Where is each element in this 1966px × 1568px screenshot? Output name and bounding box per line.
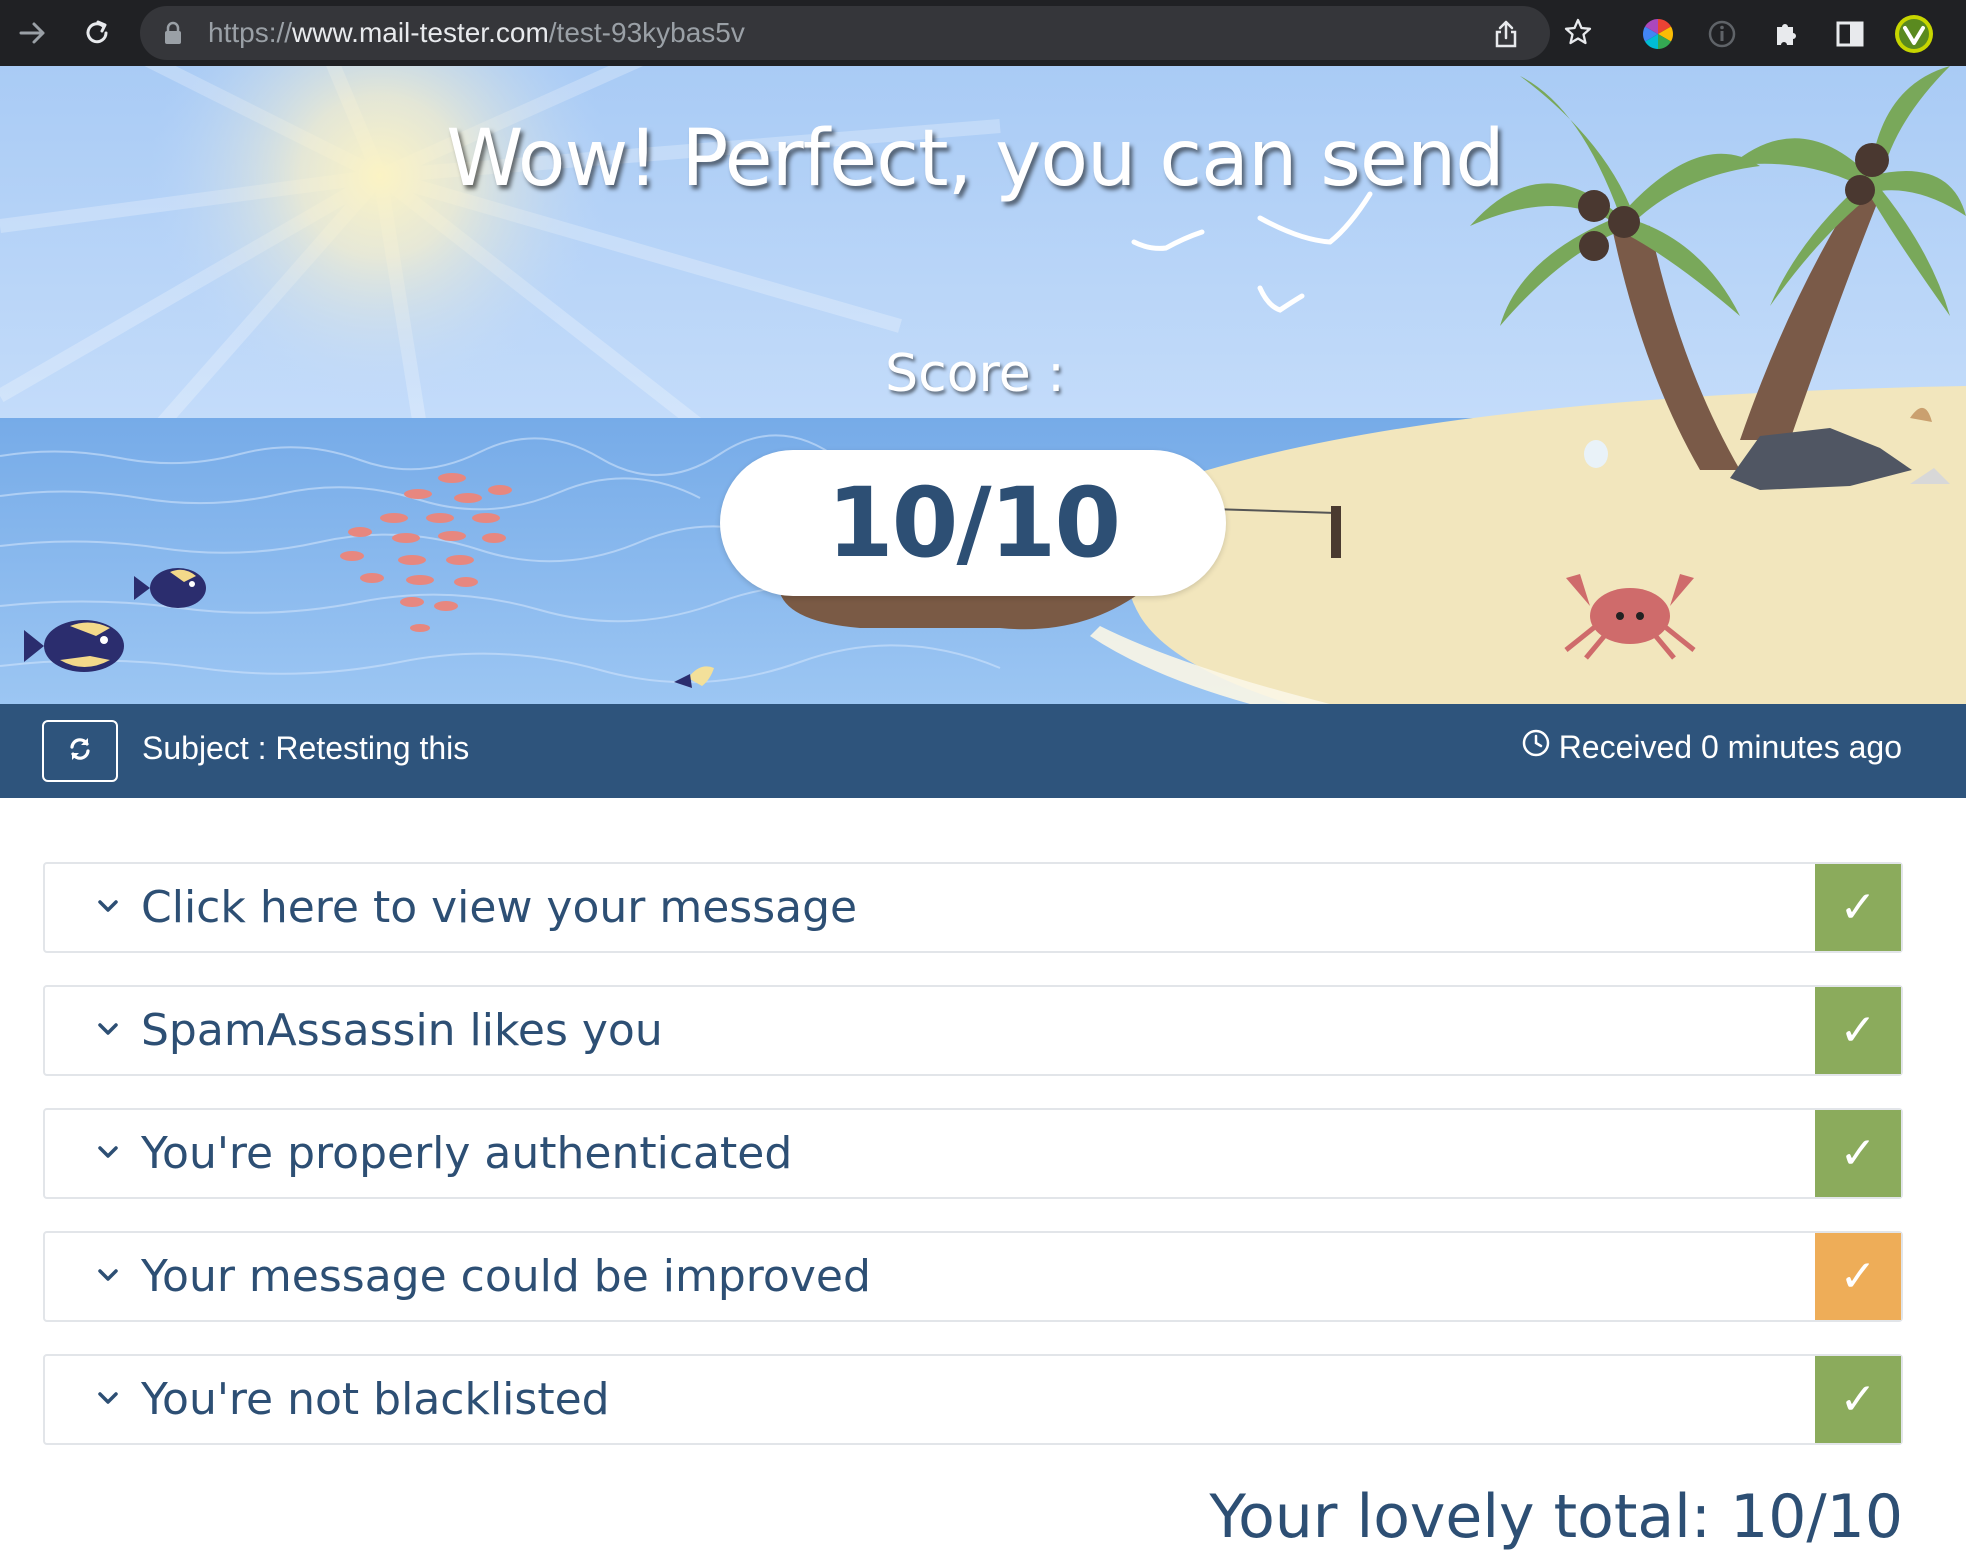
result-authentication[interactable]: You're properly authenticated ✓ <box>43 1108 1903 1199</box>
total-score: Your lovely total: 10/10 <box>1209 1482 1903 1552</box>
clock-icon <box>1521 728 1551 766</box>
status-badge: ✓ <box>1815 864 1901 951</box>
received-text: Received 0 minutes ago <box>1558 728 1902 765</box>
result-label: Your message could be improved <box>141 1251 871 1302</box>
chevron-down-icon <box>97 1267 119 1286</box>
checkmark-icon: ✓ <box>1839 882 1877 933</box>
status-badge: ✓ <box>1815 1233 1901 1320</box>
color-extension-icon[interactable] <box>1636 12 1680 56</box>
email-subject: Subject : Retesting this <box>142 730 470 766</box>
result-label: You're not blacklisted <box>141 1374 610 1425</box>
chevron-down-icon <box>97 898 119 917</box>
result-spamassassin[interactable]: SpamAssassin likes you ✓ <box>43 985 1903 1076</box>
score-label: Score : <box>885 344 1065 404</box>
bookmark-star-icon[interactable] <box>1558 12 1598 52</box>
result-label: SpamAssassin likes you <box>141 1005 663 1056</box>
lock-icon <box>164 21 182 49</box>
chevron-down-icon <box>97 1144 119 1163</box>
status-badge: ✓ <box>1815 1356 1901 1443</box>
forward-icon[interactable] <box>8 8 58 58</box>
checkmark-icon: ✓ <box>1839 1251 1877 1302</box>
result-blacklist[interactable]: You're not blacklisted ✓ <box>43 1354 1903 1445</box>
sidebar-icon[interactable] <box>1828 12 1872 56</box>
checkmark-icon: ✓ <box>1839 1128 1877 1179</box>
share-icon[interactable] <box>1486 14 1526 54</box>
results-accordion: Click here to view your message ✓ SpamAs… <box>43 862 1903 1477</box>
refresh-button[interactable] <box>42 720 118 782</box>
puzzle-extensions-icon[interactable] <box>1764 12 1808 56</box>
chevron-down-icon <box>97 1021 119 1040</box>
address-bar[interactable]: https://www.mail-tester.com/test-93kybas… <box>140 6 1550 60</box>
result-view-message[interactable]: Click here to view your message ✓ <box>43 862 1903 953</box>
browser-toolbar: https://www.mail-tester.com/test-93kybas… <box>0 0 1966 66</box>
result-label: You're properly authenticated <box>141 1128 793 1179</box>
result-label: Click here to view your message <box>141 882 858 933</box>
checkmark-icon: ✓ <box>1839 1005 1877 1056</box>
chevron-down-icon <box>97 1390 119 1409</box>
checkmark-icon: ✓ <box>1839 1374 1877 1425</box>
url-text: https://www.mail-tester.com/test-93kybas… <box>208 17 745 48</box>
result-improvements[interactable]: Your message could be improved ✓ <box>43 1231 1903 1322</box>
status-badge: ✓ <box>1815 987 1901 1074</box>
hero-banner: Wow! Perfect, you can send Score : 10/10 <box>0 66 1966 704</box>
received-time: Received 0 minutes ago <box>1521 728 1902 766</box>
score-value: 10/10 <box>826 467 1121 579</box>
info-extension-icon[interactable] <box>1700 12 1744 56</box>
status-badge: ✓ <box>1815 1110 1901 1197</box>
profile-check-icon[interactable] <box>1892 12 1936 56</box>
reload-icon[interactable] <box>72 8 122 58</box>
subject-bar: Subject : Retesting this Received 0 minu… <box>0 704 1966 798</box>
score-badge: 10/10 <box>720 450 1226 596</box>
hero-title: Wow! Perfect, you can send <box>446 114 1505 204</box>
refresh-icon <box>66 735 94 767</box>
